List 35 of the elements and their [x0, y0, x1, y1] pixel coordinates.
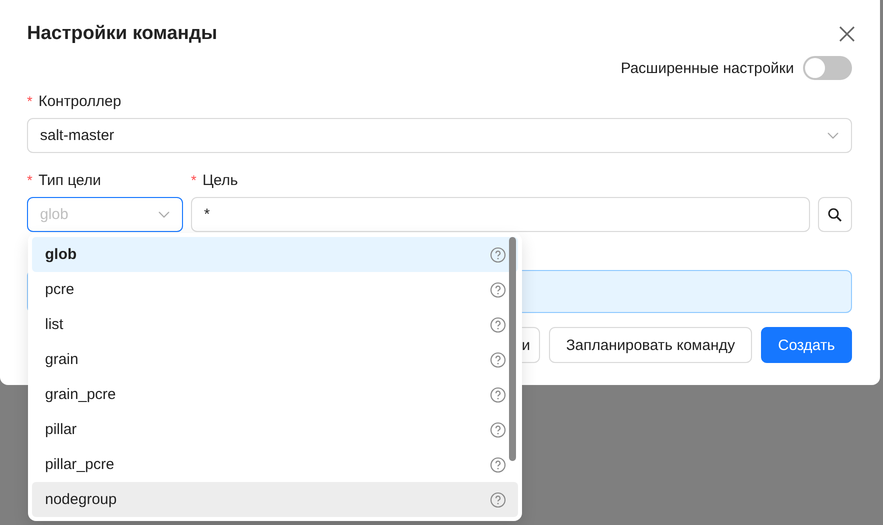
chevron-icon [158, 210, 170, 218]
scrollbar[interactable] [509, 237, 516, 461]
required-mark: * [191, 172, 196, 188]
dropdown-option[interactable]: grain_pcre [32, 377, 518, 412]
help-icon [490, 492, 506, 508]
dialog-button[interactable]: Запланировать команду [549, 327, 752, 363]
help-icon [490, 352, 506, 368]
chevron-icon [827, 132, 839, 140]
help-icon [490, 246, 506, 262]
field-label: Контроллер [38, 92, 122, 110]
dropdown-option[interactable]: glob [32, 237, 518, 272]
field-label: Тип цели [38, 172, 102, 188]
help-icon [490, 316, 506, 332]
target-field[interactable]: * [191, 197, 810, 232]
search-button[interactable] [818, 197, 852, 232]
dropdown-option[interactable]: pillar [32, 412, 518, 447]
controller-select[interactable]: salt-master [27, 118, 852, 153]
dropdown-option[interactable]: list [32, 307, 518, 342]
dropdown-option[interactable]: nodegroup [32, 482, 518, 517]
field-label: Цель [202, 172, 238, 188]
dropdown-option[interactable]: pcre [32, 272, 518, 307]
dialog-button[interactable]: Создать [760, 327, 852, 363]
toggle-label: Расширенные настройки [620, 60, 794, 76]
close-icon[interactable] [839, 26, 855, 42]
dropdown-option[interactable]: grain [32, 342, 518, 377]
advanced-settings-switch[interactable] [803, 56, 852, 80]
required-mark: * [27, 93, 32, 109]
search-icon [827, 206, 843, 222]
required-mark: * [27, 172, 32, 188]
help-icon [490, 386, 506, 402]
help-icon [490, 422, 506, 438]
dialog-title: Настройки команды [27, 23, 218, 45]
help-icon [490, 456, 506, 472]
help-icon [490, 282, 506, 298]
dropdown-option[interactable]: pillar_pcre [32, 447, 518, 482]
